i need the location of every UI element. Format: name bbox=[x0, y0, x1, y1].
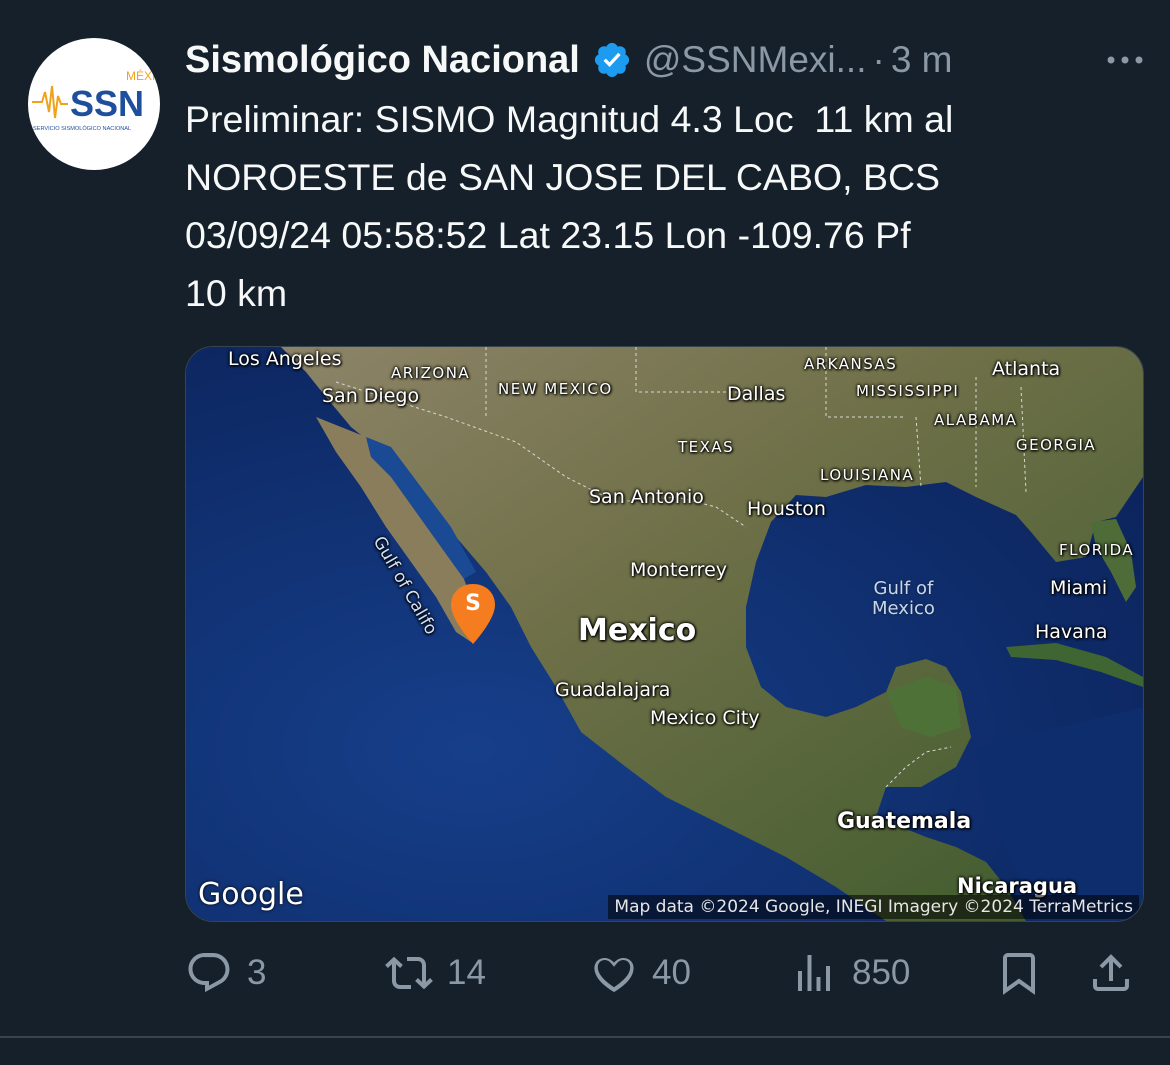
share-icon bbox=[1093, 954, 1129, 991]
views-button[interactable]: 850 bbox=[790, 945, 910, 1001]
tweet-actions: 3 14 40 850 bbox=[185, 945, 1145, 1001]
marker-letter: S bbox=[465, 591, 481, 616]
views-bar-chart-icon bbox=[798, 955, 830, 991]
map-label-mexico-city: Mexico City bbox=[650, 707, 760, 729]
map-label-mississippi: MISSISSIPPI bbox=[856, 382, 960, 400]
divider bbox=[0, 1036, 1170, 1038]
map-label-monterrey: Monterrey bbox=[630, 559, 728, 581]
map-label-gulf-of-mexico: Gulf of Mexico bbox=[872, 578, 935, 619]
retweet-count: 14 bbox=[447, 953, 486, 992]
map-label-san-antonio: San Antonio bbox=[589, 486, 704, 508]
reply-icon bbox=[188, 953, 230, 993]
svg-text:MÉXICO: MÉXICO bbox=[126, 68, 160, 83]
more-horizontal-icon bbox=[1107, 56, 1143, 64]
map-label-louisiana: LOUISIANA bbox=[820, 466, 915, 484]
map-label-florida: FLORIDA bbox=[1059, 541, 1135, 559]
separator-dot: · bbox=[872, 39, 885, 80]
map-label-alabama: ALABAMA bbox=[934, 411, 1018, 429]
tweet-header: Sismológico Nacional @SSNMexi... · 3 m bbox=[185, 30, 1155, 90]
map-label-atlanta: Atlanta bbox=[992, 358, 1061, 380]
epicenter-marker[interactable]: S bbox=[448, 582, 498, 646]
map-label-guadalajara: Guadalajara bbox=[555, 679, 671, 701]
svg-text:SSN: SSN bbox=[70, 83, 144, 124]
views-count: 850 bbox=[852, 953, 911, 992]
more-button[interactable] bbox=[1103, 40, 1147, 80]
like-count: 40 bbox=[652, 953, 691, 992]
reply-button[interactable]: 3 bbox=[185, 945, 266, 1001]
avatar[interactable]: MÉXICO SSN SERVICIO SISMOLÓGICO NACIONAL bbox=[28, 38, 160, 170]
bookmark-button[interactable] bbox=[995, 945, 1043, 1001]
bookmark-icon bbox=[1003, 953, 1035, 995]
map-label-georgia: GEORGIA bbox=[1016, 436, 1097, 454]
verified-badge-icon bbox=[594, 42, 629, 78]
map-label-dallas: Dallas bbox=[727, 383, 786, 405]
author-name[interactable]: Sismológico Nacional bbox=[185, 39, 580, 82]
map-label-mexico: Mexico bbox=[578, 613, 697, 648]
timestamp[interactable]: 3 m bbox=[891, 39, 953, 81]
map-label-san-diego: San Diego bbox=[322, 385, 420, 407]
reply-count: 3 bbox=[247, 953, 267, 992]
map-image[interactable]: Los Angeles San Diego ARIZONA NEW MEXICO… bbox=[185, 346, 1144, 922]
map-label-arkansas: ARKANSAS bbox=[804, 355, 898, 373]
share-button[interactable] bbox=[1087, 945, 1135, 1001]
like-button[interactable]: 40 bbox=[590, 945, 691, 1001]
author-handle[interactable]: @SSNMexi... bbox=[644, 39, 867, 81]
map-label-new-mexico: NEW MEXICO bbox=[498, 380, 613, 398]
google-logo: Google bbox=[198, 877, 304, 912]
map-label-houston: Houston bbox=[747, 498, 826, 520]
map-label-los-angeles: Los Angeles bbox=[228, 348, 342, 370]
map-label-texas: TEXAS bbox=[678, 438, 735, 456]
map-attribution: Map data ©2024 Google, INEGI Imagery ©20… bbox=[608, 895, 1139, 919]
ssn-logo: MÉXICO SSN SERVICIO SISMOLÓGICO NACIONAL bbox=[32, 68, 160, 132]
map-label-miami: Miami bbox=[1050, 577, 1108, 599]
heart-icon bbox=[594, 957, 634, 993]
map-label-guatemala: Guatemala bbox=[837, 809, 972, 834]
tweet-text: Preliminar: SISMO Magnitud 4.3 Loc 11 km… bbox=[185, 98, 954, 314]
retweet-button[interactable]: 14 bbox=[385, 945, 486, 1001]
map-label-havana: Havana bbox=[1035, 621, 1108, 643]
svg-text:SERVICIO SISMOLÓGICO NACIONAL: SERVICIO SISMOLÓGICO NACIONAL bbox=[33, 125, 131, 132]
map-label-arizona: ARIZONA bbox=[391, 364, 471, 382]
retweet-icon bbox=[385, 956, 433, 990]
